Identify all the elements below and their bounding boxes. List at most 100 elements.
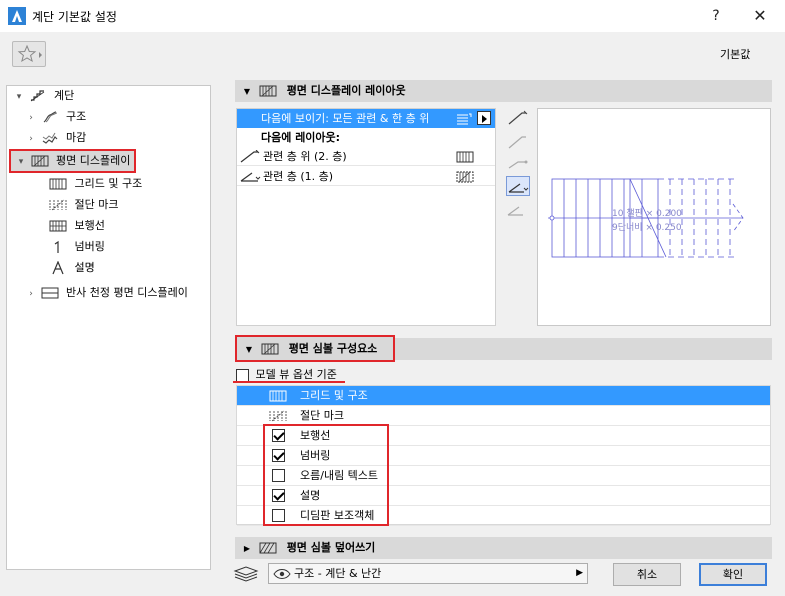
- tree-item-stair[interactable]: ▾ 계단: [13, 86, 75, 106]
- tree-item-finish[interactable]: › 마감: [25, 128, 86, 148]
- tree-item-description[interactable]: 설명: [49, 258, 95, 278]
- tree-item-break-mark[interactable]: 절단 마크: [49, 195, 118, 215]
- favorites-button[interactable]: [12, 41, 46, 67]
- stair-home-icon: [240, 172, 261, 182]
- chevron-down-icon: ▾: [16, 92, 22, 102]
- layout-row-show-on[interactable]: 다음에 보이기: 모든 관련 & 한 층 위: [237, 109, 495, 128]
- model-view-option-label: 모델 뷰 옵션 기준: [255, 368, 337, 381]
- stair-up-icon: [240, 150, 260, 163]
- triangle-down-icon: ▼: [243, 87, 251, 96]
- layout-row-story-above[interactable]: 관련 층 위 (2. 층): [237, 147, 495, 166]
- star-icon: [17, 44, 42, 63]
- ok-button[interactable]: 확인: [699, 563, 767, 586]
- eye-icon: [273, 569, 291, 579]
- chevron-down-icon: ▾: [18, 157, 24, 167]
- triangle-right-icon: ▶: [243, 544, 251, 553]
- grid-structure-icon: [456, 151, 474, 163]
- layer-icon: [233, 566, 259, 582]
- tree-item-label: 마감: [66, 131, 87, 144]
- cancel-button[interactable]: 취소: [613, 563, 681, 586]
- tree-item-structure[interactable]: › 구조: [25, 107, 86, 127]
- tree-item-numbering[interactable]: 넘버링: [49, 237, 105, 257]
- tree-item-label: 설명: [74, 261, 95, 274]
- layout-row-home-story[interactable]: 관련 층 (1. 층): [237, 167, 495, 186]
- layer-value: 구조 - 계단 & 난간: [294, 567, 382, 580]
- tree-item-floor-plan-display[interactable]: ▾ 평면 디스플레이: [9, 149, 136, 173]
- floor-plan-layout-header[interactable]: ▼ 평면 디스플레이 레이아웃: [235, 80, 772, 102]
- play-icon: [482, 115, 487, 123]
- grid-structure-icon: [269, 390, 287, 402]
- story-below-button[interactable]: [506, 200, 530, 220]
- symbol-override-header[interactable]: ▶ 평면 심볼 덮어쓰기: [235, 537, 772, 559]
- model-view-option-checkbox[interactable]: [236, 368, 249, 382]
- row-label: 관련 층 위 (2. 층): [263, 150, 347, 163]
- rcp-icon: [41, 287, 58, 299]
- preview-tread-text: 9단너비 × 0.250: [612, 222, 682, 233]
- floor-plan-icon: [261, 343, 279, 355]
- tree-item-label: 절단 마크: [74, 198, 119, 211]
- stair-mid-icon: [508, 160, 528, 169]
- defaults-label: 기본값: [720, 48, 751, 61]
- chevron-right-icon: ›: [29, 134, 33, 144]
- tree-item-walking-line[interactable]: 보행선: [49, 216, 105, 236]
- symbol-components-header[interactable]: ▼ 평면 심볼 구성요소: [235, 335, 395, 362]
- highlight-underline: [233, 381, 345, 383]
- floors-icon: [457, 113, 472, 125]
- break-mark-icon: [456, 171, 474, 183]
- row-label: 다음에 레이아웃:: [261, 131, 341, 144]
- archicad-app-icon: [8, 7, 26, 25]
- stair-up-faded-icon: [508, 136, 526, 149]
- chevron-right-icon: ›: [29, 289, 33, 299]
- override-icon: [259, 542, 277, 554]
- tree-item-label: 계단: [54, 89, 75, 102]
- layout-list: 다음에 보이기: 모든 관련 & 한 층 위 다음에 레이아웃: 관련 층 위 …: [236, 108, 496, 326]
- stair-up-icon: [508, 110, 528, 125]
- play-icon: ▶: [576, 568, 583, 578]
- story-tool-column: [506, 108, 532, 226]
- floor-plan-icon: [259, 85, 277, 97]
- break-mark-icon: [269, 410, 287, 422]
- row-options-button[interactable]: [477, 111, 491, 125]
- section-title: 평면 심볼 구성요소: [288, 342, 378, 355]
- triangle-down-icon: ▼: [245, 345, 253, 354]
- home-story-button[interactable]: [506, 176, 530, 196]
- story-above-button[interactable]: [506, 132, 530, 152]
- tree-item-grid-structure[interactable]: 그리드 및 구조: [49, 174, 142, 194]
- stair-home-icon: [508, 183, 529, 193]
- help-button[interactable]: ?: [694, 0, 738, 32]
- component-row-grid[interactable]: 그리드 및 구조: [237, 386, 770, 406]
- row-label: 관련 층 (1. 층): [263, 170, 334, 183]
- tree-item-label: 평면 디스플레이: [56, 154, 131, 167]
- tree-item-label: 그리드 및 구조: [74, 177, 143, 190]
- tree-item-label: 구조: [66, 110, 87, 123]
- window-title: 계단 기본값 설정: [32, 10, 117, 24]
- stair-icon: [30, 90, 44, 102]
- structure-icon: [43, 111, 57, 123]
- stair-plan-drawing: 10 챌판 × 0.200 9단너비 × 0.250: [548, 178, 744, 258]
- highlight-box: [263, 424, 389, 526]
- layer-dropdown[interactable]: 구조 - 계단 & 난간 ▶: [268, 563, 588, 584]
- two-stories-above-button[interactable]: [506, 108, 530, 128]
- component-label: 절단 마크: [300, 409, 344, 422]
- relevant-story-button[interactable]: [506, 154, 530, 174]
- chevron-right-icon: ›: [29, 113, 33, 123]
- break-mark-icon: [49, 199, 67, 211]
- stair-below-icon: [507, 206, 523, 216]
- section-title: 평면 심볼 덮어쓰기: [286, 541, 376, 554]
- title-bar: [0, 0, 785, 32]
- tree-item-rcp-display[interactable]: › 반사 천정 평면 디스플레이: [25, 283, 188, 303]
- settings-tree: ▾ 계단 › 구조 › 마감 ▾ 평면 디스플레이 그리드 및 구조 절단 마크…: [6, 85, 211, 570]
- row-label: 다음에 보이기: 모든 관련 & 한 층 위: [261, 112, 430, 125]
- walking-line-icon: [49, 220, 67, 232]
- finish-icon: [42, 132, 57, 144]
- tree-item-label: 넘버링: [74, 240, 105, 253]
- preview-riser-text: 10 챌판 × 0.200: [612, 208, 682, 219]
- grid-structure-icon: [49, 178, 67, 190]
- component-row-break-mark[interactable]: 절단 마크: [237, 406, 770, 426]
- component-label: 그리드 및 구조: [300, 389, 368, 402]
- floor-plan-icon: [31, 155, 48, 167]
- numbering-icon: [54, 240, 59, 253]
- close-button[interactable]: ✕: [738, 0, 782, 32]
- section-title: 평면 디스플레이 레이아웃: [286, 84, 406, 97]
- description-icon: [52, 261, 64, 275]
